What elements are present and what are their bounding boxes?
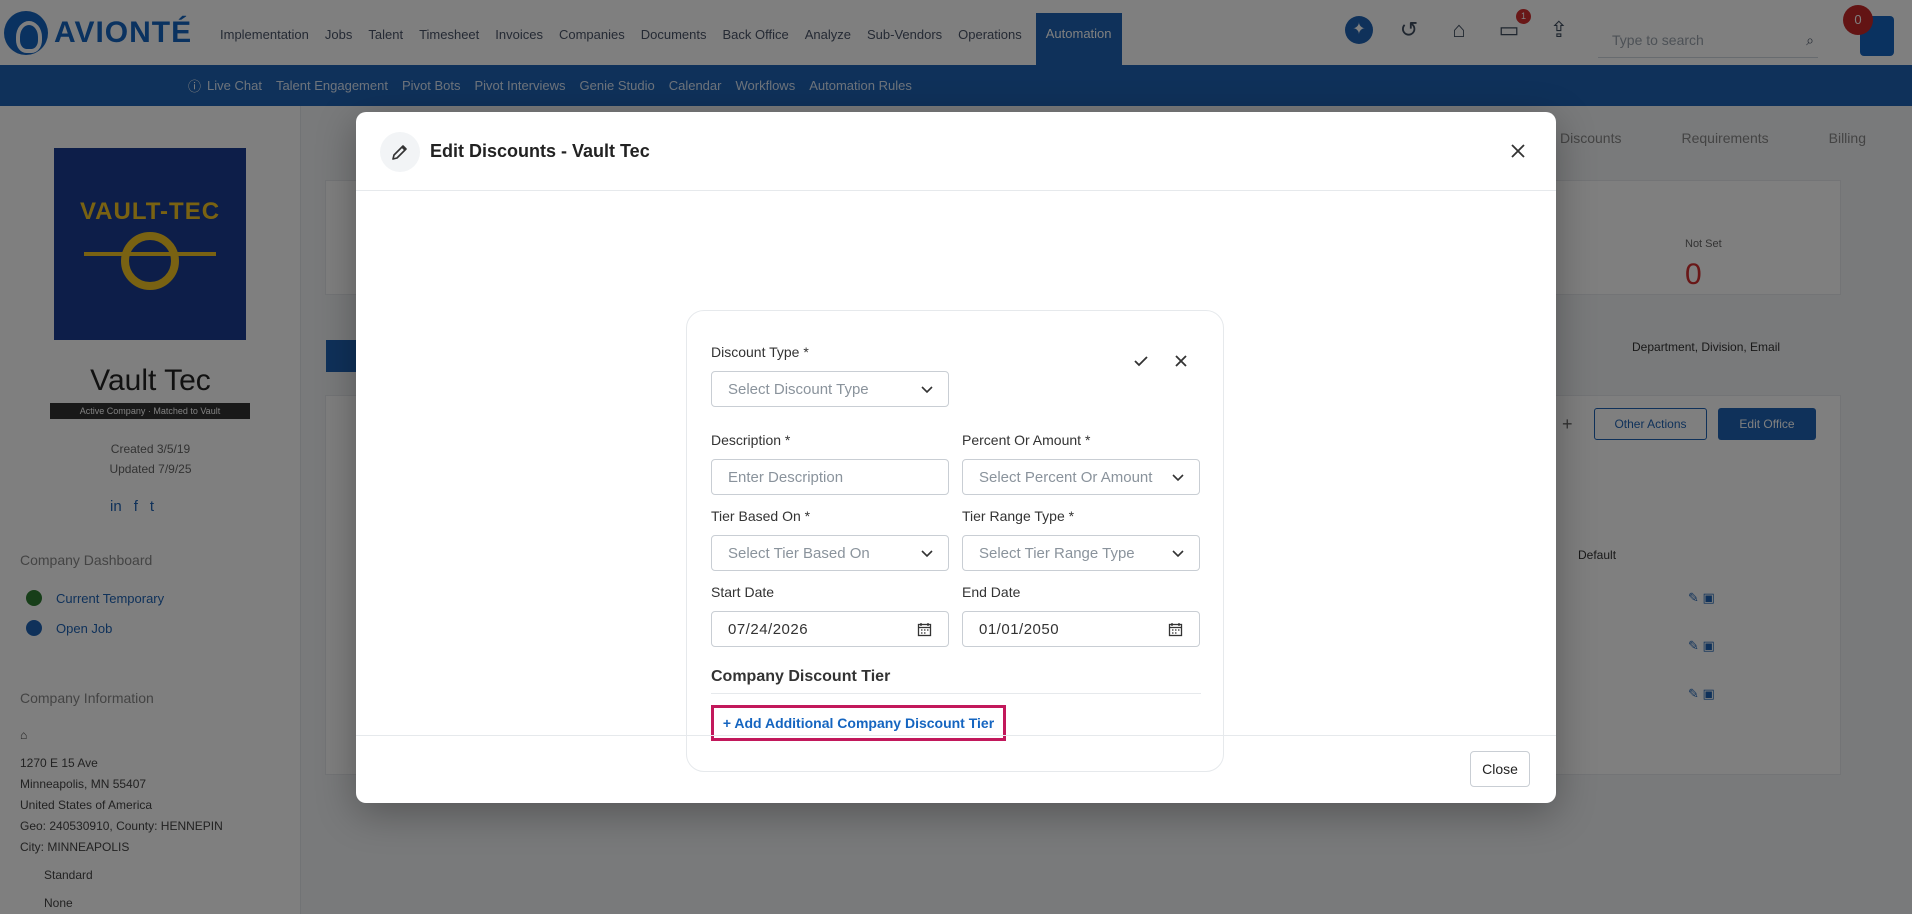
percent-or-amount-select[interactable]: Select Percent Or Amount	[962, 459, 1200, 495]
description-placeholder: Enter Description	[728, 468, 844, 486]
start-date-value: 07/24/2026	[728, 620, 809, 638]
start-date-input[interactable]: 07/24/2026	[711, 611, 949, 647]
end-date-value: 01/01/2050	[979, 620, 1060, 638]
chevron-down-icon	[920, 546, 934, 564]
chevron-down-icon	[1165, 470, 1185, 488]
calendar-icon[interactable]	[1168, 622, 1183, 641]
edit-discounts-modal: Edit Discounts - Vault Tec Discount Type…	[356, 112, 1556, 803]
tier-range-type-label: Tier Range Type *	[962, 508, 1075, 524]
discount-type-placeholder: Select Discount Type	[728, 380, 869, 398]
description-label: Description *	[711, 432, 791, 448]
confirm-check-icon[interactable]	[1131, 351, 1151, 371]
tier-range-type-placeholder: Select Tier Range Type	[979, 544, 1135, 562]
tier-range-type-select[interactable]: Select Tier Range Type	[962, 535, 1200, 571]
modal-body: Discount Type * Select Discount Type Des…	[356, 191, 1556, 772]
start-date-label: Start Date	[711, 584, 775, 600]
percent-or-amount-placeholder: Select Percent Or Amount	[979, 468, 1153, 486]
close-icon[interactable]	[1506, 139, 1530, 163]
modal-footer: Close	[356, 735, 1556, 803]
section-divider	[711, 693, 1201, 694]
discount-type-label: Discount Type *	[711, 344, 809, 360]
chevron-down-icon	[1171, 546, 1185, 564]
tier-based-on-select[interactable]: Select Tier Based On	[711, 535, 949, 571]
chevron-down-icon	[920, 382, 934, 400]
modal-header: Edit Discounts - Vault Tec	[356, 112, 1556, 191]
percent-or-amount-label: Percent Or Amount *	[962, 432, 1091, 448]
close-button[interactable]: Close	[1470, 751, 1530, 787]
end-date-input[interactable]: 01/01/2050	[962, 611, 1200, 647]
cancel-x-icon[interactable]	[1171, 351, 1191, 371]
tier-based-on-placeholder: Select Tier Based On	[728, 544, 870, 562]
end-date-label: End Date	[962, 584, 1021, 600]
description-input[interactable]: Enter Description	[711, 459, 949, 495]
modal-title: Edit Discounts - Vault Tec	[430, 141, 650, 161]
tier-based-on-label: Tier Based On *	[711, 508, 811, 524]
calendar-icon[interactable]	[917, 622, 932, 641]
discount-type-select[interactable]: Select Discount Type	[711, 371, 949, 407]
company-discount-tier-title: Company Discount Tier	[711, 668, 891, 685]
discount-form-card: Discount Type * Select Discount Type Des…	[686, 310, 1224, 772]
pencil-icon	[380, 132, 420, 172]
